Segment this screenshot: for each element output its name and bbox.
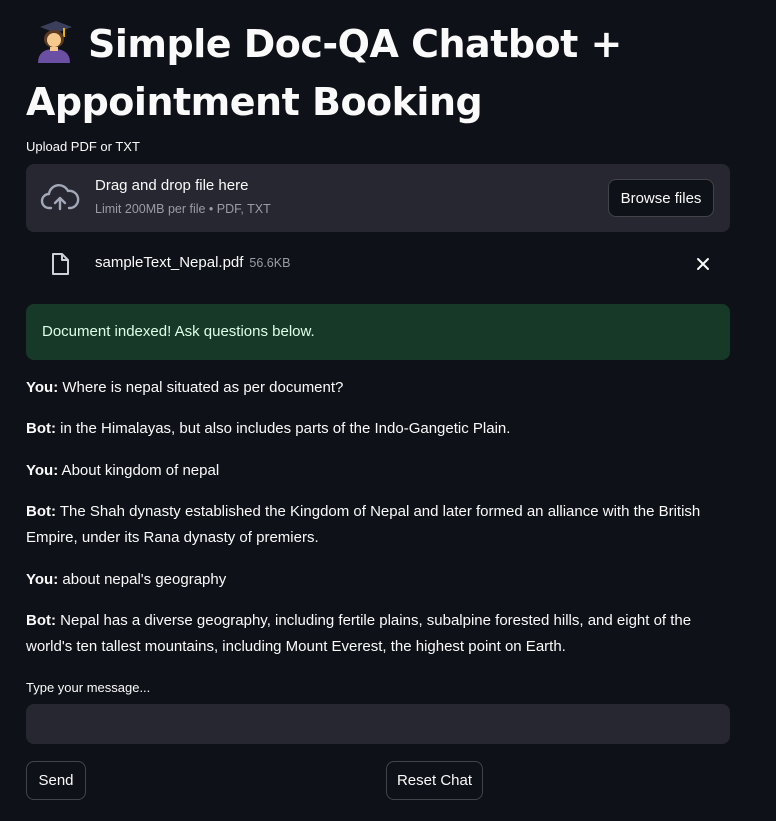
upload-label: Upload PDF or TXT — [26, 139, 140, 154]
student-emoji-icon — [32, 19, 80, 76]
reset-chat-button[interactable]: Reset Chat — [386, 761, 483, 800]
chat-text: Nepal has a diverse geography, including… — [26, 612, 692, 655]
browse-files-button[interactable]: Browse files — [608, 179, 714, 217]
dropzone-limits: Limit 200MB per file • PDF, TXT — [95, 202, 271, 216]
uploaded-file-row: sampleText_Nepal.pdf 56.6KB — [26, 244, 730, 284]
send-button[interactable]: Send — [26, 761, 86, 800]
chat-message: You: Where is nepal situated as per docu… — [26, 375, 726, 401]
chat-message: Bot: Nepal has a diverse geography, incl… — [26, 608, 726, 660]
page-title: Simple Doc-QA Chatbot + Appointment Book… — [26, 18, 746, 128]
message-input-label: Type your message... — [26, 680, 151, 695]
chat-speaker: You: — [26, 379, 59, 396]
file-icon — [52, 253, 69, 275]
remove-file-close-icon[interactable] — [694, 255, 712, 273]
chat-speaker: You: — [26, 462, 59, 479]
title-line-1: Simple Doc-QA Chatbot + — [88, 22, 622, 66]
file-dropzone[interactable]: Drag and drop file here Limit 200MB per … — [26, 164, 730, 232]
chat-text: About kingdom of nepal — [58, 462, 220, 479]
file-name: sampleText_Nepal.pdf — [95, 254, 244, 271]
title-line-2: Appointment Booking — [26, 80, 483, 124]
chat-speaker: Bot: — [26, 612, 56, 629]
chat-text: The Shah dynasty established the Kingdom… — [26, 503, 701, 546]
chat-speaker: Bot: — [26, 503, 56, 520]
chat-message: Bot: in the Himalayas, but also includes… — [26, 416, 726, 442]
chat-speaker: You: — [26, 571, 59, 588]
chat-text: in the Himalayas, but also includes part… — [56, 420, 511, 437]
chat-message: Bot: The Shah dynasty established the Ki… — [26, 499, 726, 551]
chat-text: Where is nepal situated as per document? — [58, 379, 344, 396]
chat-text: about nepal's geography — [58, 571, 227, 588]
chat-message: You: about nepal's geography — [26, 567, 726, 593]
app-page: Simple Doc-QA Chatbot + Appointment Book… — [0, 0, 776, 821]
file-size: 56.6KB — [249, 256, 291, 270]
chat-message: You: About kingdom of nepal — [26, 458, 726, 484]
chat-speaker: Bot: — [26, 420, 56, 437]
message-input[interactable] — [26, 704, 730, 744]
dropzone-title: Drag and drop file here — [95, 177, 249, 194]
cloud-upload-icon — [40, 184, 80, 211]
uploaded-file-name: sampleText_Nepal.pdf 56.6KB — [95, 254, 290, 271]
success-alert: Document indexed! Ask questions below. — [26, 304, 730, 360]
success-message: Document indexed! Ask questions below. — [42, 323, 315, 340]
